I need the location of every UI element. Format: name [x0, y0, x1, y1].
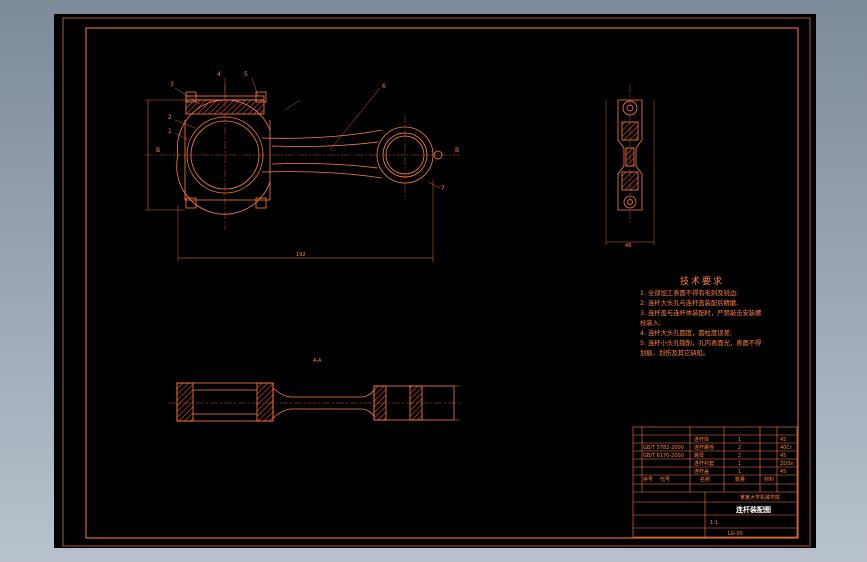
tech-note-5: 4. 连杆大头孔圆度，圆柱度误差; [640, 328, 732, 337]
tech-note-6: 5. 连杆小头孔镗削，孔内表面光，表面不得 [640, 338, 761, 347]
tech-note-2: 2. 连杆大头孔与连杆盖装配后精磨; [640, 298, 738, 307]
tb-row2-qty: 2 [738, 453, 741, 459]
balloon-1: 1 [168, 128, 172, 135]
balloon-6: 6 [382, 83, 386, 90]
balloon-3: 3 [170, 81, 174, 88]
tb-header-name: 名称 [700, 476, 710, 483]
tb-row3-name: 连杆衬套 [694, 460, 714, 467]
tb-drawing-number: LG-00 [728, 531, 743, 537]
section-label: A-A [313, 358, 322, 364]
section-mark-right: B [455, 147, 459, 154]
tb-row5-mat: 45 [780, 437, 786, 443]
tech-note-4: 栓装入; [640, 318, 661, 327]
balloon-7: 7 [441, 185, 445, 192]
tb-header-code: 代号 [660, 476, 670, 483]
tb-row4-qty: 1 [738, 469, 741, 475]
dim-side-width: 48 [625, 243, 631, 249]
tech-note-3: 3. 连杆盖与连杆体装配时，严禁敲击安装螺 [640, 308, 762, 317]
dim-overall: 192 [296, 252, 306, 258]
tb-row2-mat: 45 [780, 453, 786, 459]
balloon-2: 2 [168, 114, 172, 121]
balloon-5: 5 [244, 71, 248, 78]
tb-header-mat: 材料 [764, 476, 774, 483]
tb-row3-qty: 1 [738, 461, 741, 467]
tech-notes-title: 技术要求 [680, 275, 724, 287]
tb-header-no: 序号 [643, 476, 653, 483]
tb-row1-qty: 2 [738, 445, 741, 451]
cad-viewport[interactable]: 3 4 5 2 1 6 7 B B 192 48 技术要求 1. 全部加工表面不… [0, 0, 867, 562]
tb-header-qty: 数量 [735, 476, 745, 483]
section-mark-left: B [156, 147, 160, 154]
tb-row1-name: 连杆螺栓 [694, 444, 714, 451]
tb-drawing-title: 连杆装配图 [736, 505, 771, 514]
tb-row3-mat: ZQSn [780, 461, 794, 467]
tb-row1-mat: 40Cr [780, 445, 793, 451]
tb-scale: 1:1 [710, 520, 718, 526]
tb-row4-mat: 45 [780, 469, 786, 475]
tb-row5-name: 连杆体 [694, 436, 709, 443]
tech-note-1: 1. 全部加工表面不得有毛刺及锐边; [640, 288, 738, 297]
tb-row2-code: GB/T 6170-2000 [643, 453, 684, 459]
balloon-4: 4 [217, 71, 221, 78]
tb-row5-qty: 1 [738, 437, 741, 443]
tb-row4-name: 连杆盖 [694, 468, 709, 475]
tb-row2-name: 螺母 [694, 452, 704, 459]
tech-note-7: 划痕、划伤及其它缺陷。 [640, 348, 709, 357]
tb-row1-code: GB/T 5782-2000 [643, 445, 684, 451]
tb-school: 某某大学机械学院 [740, 494, 780, 501]
